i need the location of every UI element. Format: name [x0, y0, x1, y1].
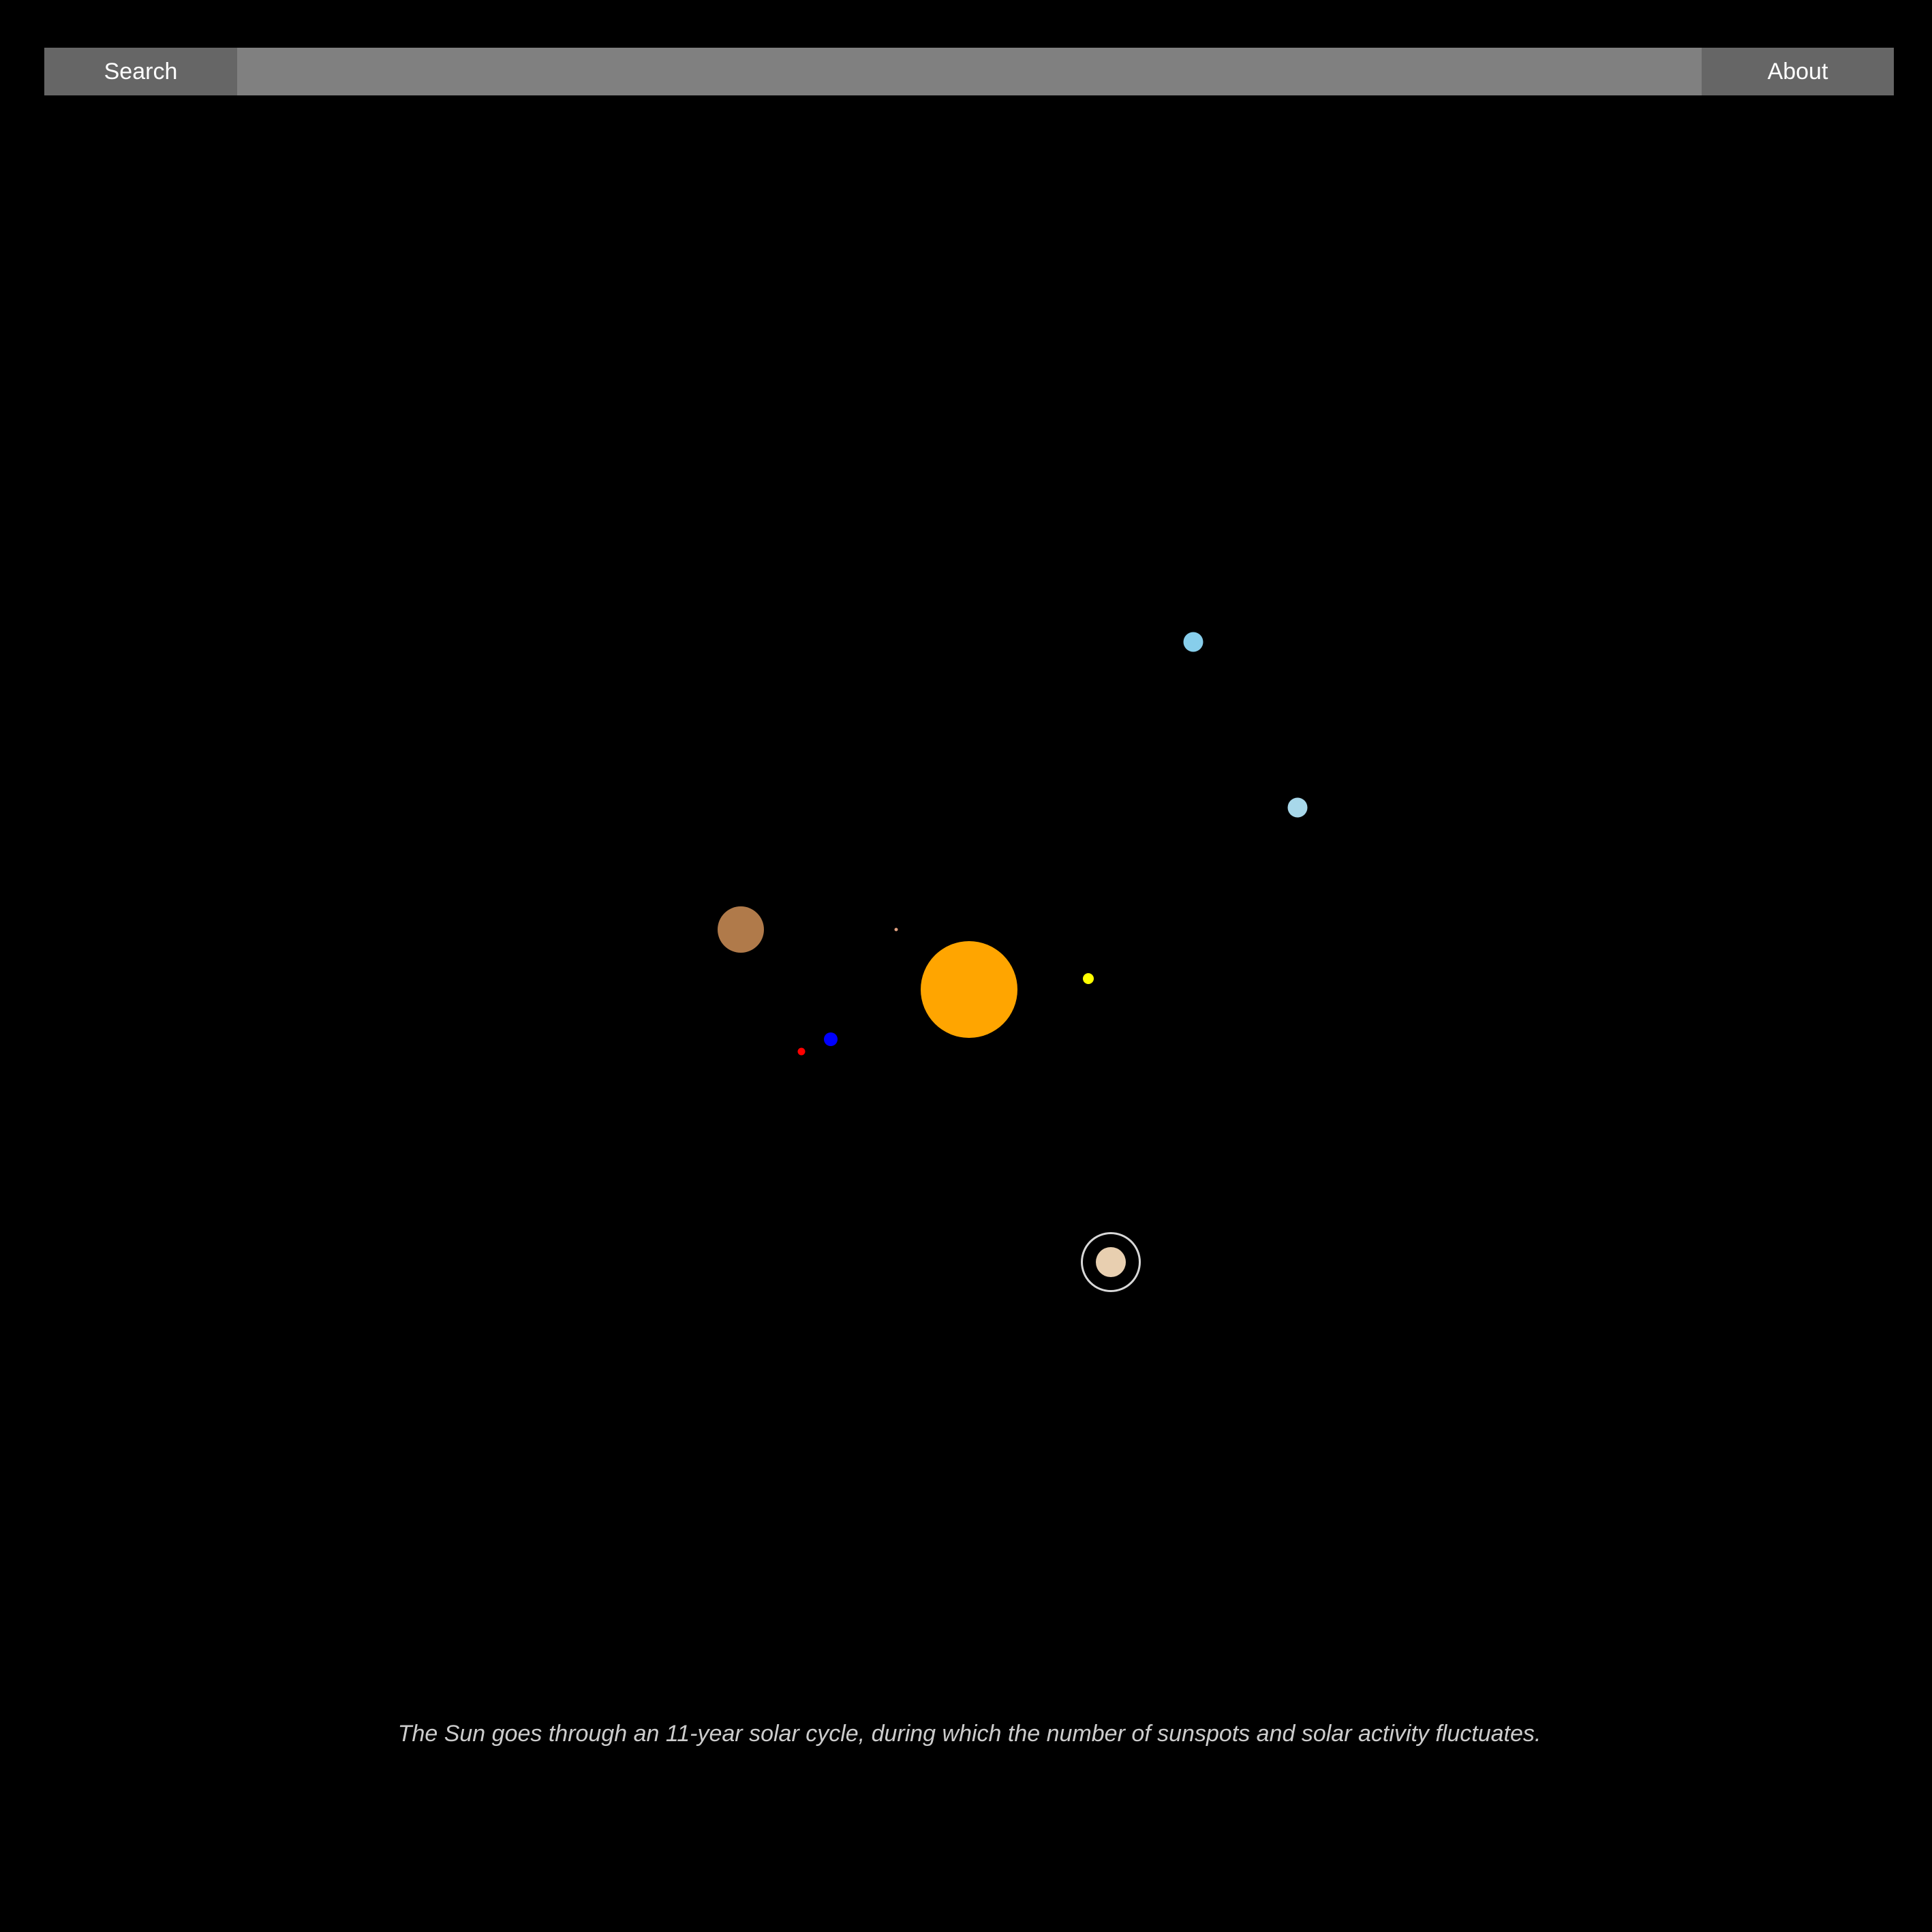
planet-jupiter[interactable]	[718, 906, 764, 953]
sun[interactable]	[921, 941, 1017, 1038]
planet-mercury[interactable]	[894, 927, 898, 932]
search-button[interactable]: Search	[44, 48, 237, 95]
about-button[interactable]: About	[1702, 48, 1894, 95]
solar-fact-caption: The Sun goes through an 11-year solar cy…	[397, 1721, 1542, 1747]
planet-earth[interactable]	[824, 1032, 838, 1046]
planet-uranus[interactable]	[1183, 632, 1203, 652]
top-navigation-bar: Search About	[44, 48, 1894, 95]
planet-saturn[interactable]	[1096, 1247, 1126, 1277]
solar-system-app: Search About The Sun goes through an 11-…	[0, 0, 1932, 1932]
planet-venus[interactable]	[1083, 973, 1094, 984]
planet-neptune[interactable]	[1287, 797, 1308, 818]
planet-mars[interactable]	[797, 1047, 806, 1056]
search-input[interactable]	[237, 48, 1702, 95]
space-canvas	[0, 0, 1932, 1932]
